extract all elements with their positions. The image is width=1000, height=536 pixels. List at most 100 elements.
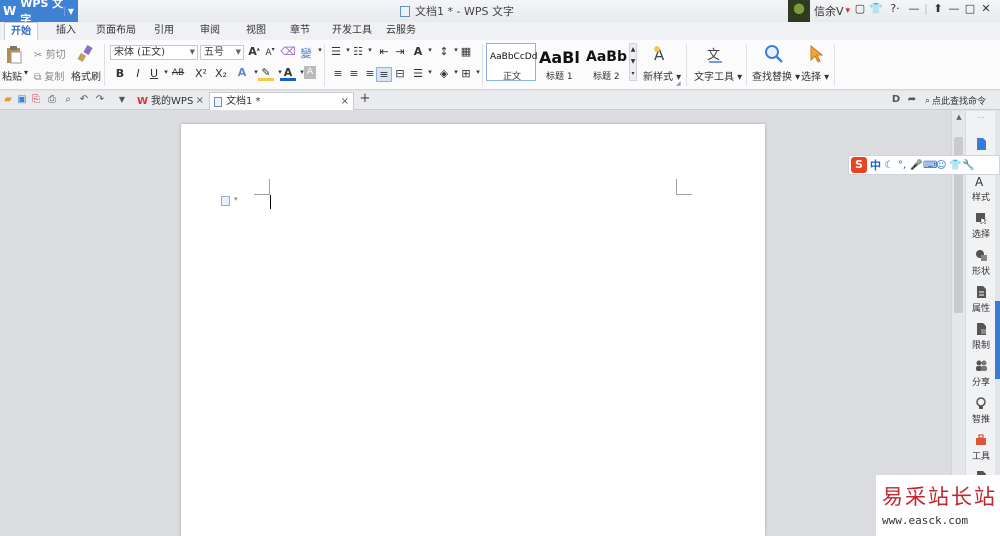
tab-review[interactable]: 审阅 <box>200 22 220 40</box>
open-folder-icon[interactable]: ▰ <box>2 94 14 106</box>
restore-window-icon[interactable]: ⬆ <box>930 2 946 15</box>
panel-restrict[interactable]: 限制 <box>966 323 996 351</box>
cursor-arrow-icon[interactable] <box>808 44 824 67</box>
italic-button[interactable]: I <box>130 67 146 80</box>
shirt-icon[interactable]: 👕 <box>949 160 961 171</box>
panel-properties[interactable]: 属性 <box>966 286 996 314</box>
style-normal[interactable]: AaBbCcDd 正文 <box>486 43 537 82</box>
tab-developer[interactable]: 开发工具 <box>332 22 372 40</box>
tab-document-1[interactable]: 文档1 * × <box>209 92 354 110</box>
panel-smart-push[interactable]: 智推 <box>966 397 996 425</box>
punctuation-icon[interactable]: °, <box>897 160 907 171</box>
style-heading-1[interactable]: AaBl 标题 1 <box>537 43 583 82</box>
strikethrough-button[interactable]: AB <box>168 68 188 78</box>
paste-button[interactable] <box>5 45 23 68</box>
shrink-font-button[interactable]: A▾ <box>262 46 278 58</box>
new-tab-button[interactable]: + <box>359 92 371 105</box>
tab-my-wps[interactable]: W 我的WPS × <box>133 92 208 110</box>
panel-share[interactable]: 分享 <box>966 360 996 388</box>
tab-sections[interactable]: 章节 <box>290 22 310 40</box>
font-size-select[interactable]: 五号 ▼ <box>200 45 244 60</box>
paste-label[interactable]: 粘贴 <box>2 68 22 83</box>
find-replace-button[interactable]: 查找替换 ▾ <box>752 68 800 83</box>
close-button[interactable]: ✕ <box>978 2 994 15</box>
clear-format-icon[interactable]: ⌫ <box>280 45 296 58</box>
tab-page-layout[interactable]: 页面布局 <box>96 22 136 40</box>
chevron-down-icon[interactable]: ▾ <box>470 68 486 76</box>
subscript-button[interactable]: X₂ <box>212 67 230 80</box>
tab-home[interactable]: 开始 <box>4 22 38 40</box>
microphone-icon[interactable]: 🎤 <box>910 160 922 171</box>
panel-tools[interactable]: 工具 <box>966 434 996 462</box>
share-arrow-icon[interactable]: ➦ <box>906 94 918 106</box>
command-search[interactable]: ⌕ 点此查找命令 <box>925 94 986 108</box>
increase-indent-icon[interactable]: ⇥ <box>392 45 408 58</box>
align-left-icon[interactable]: ≡ <box>330 67 346 80</box>
close-icon[interactable]: × <box>341 93 349 110</box>
format-painter-button[interactable] <box>76 45 94 66</box>
backup-icon[interactable]: D <box>890 94 902 106</box>
tab-references[interactable]: 引用 <box>154 22 174 40</box>
styles-dialog-launcher-icon[interactable]: ◢ <box>676 80 681 87</box>
char-shading-icon[interactable]: A <box>304 66 316 79</box>
scroll-up-icon[interactable]: ▲ <box>954 113 964 123</box>
skin-icon[interactable]: ▢ <box>852 2 868 15</box>
panel-shape[interactable]: 形状 <box>966 249 996 277</box>
decrease-indent-icon[interactable]: ⇤ <box>376 45 392 58</box>
minimize-button[interactable]: — <box>946 2 962 15</box>
tab-insert[interactable]: 插入 <box>56 22 76 40</box>
panel-share-label: 分享 <box>971 378 990 388</box>
tab-cloud[interactable]: 云服务 <box>386 22 416 40</box>
user-icon[interactable]: ☺ <box>936 160 946 171</box>
copy-button[interactable]: ⧉ 复制 <box>34 68 64 83</box>
print-icon[interactable]: ⎙ <box>46 94 58 106</box>
avatar[interactable] <box>788 0 810 22</box>
select-button[interactable]: 选择 ▾ <box>801 68 829 83</box>
distributed-align-icon[interactable]: ⊟ <box>392 67 408 80</box>
chevron-down-icon[interactable]: ▼ <box>63 6 74 16</box>
grow-font-button[interactable]: A▴ <box>246 45 262 58</box>
panel-style[interactable]: A 样式 <box>966 175 996 203</box>
moon-icon[interactable]: ☾ <box>884 160 894 171</box>
superscript-button[interactable]: X² <box>192 67 210 80</box>
undo-icon[interactable]: ↶ <box>78 94 90 106</box>
user-account[interactable]: 信余V ▾ <box>788 0 850 22</box>
sogou-logo-icon[interactable]: S <box>851 157 867 173</box>
style-gallery-scroll[interactable]: ▲ ▼ ▾ <box>629 43 637 81</box>
wrench-icon[interactable]: 🔧 <box>962 160 974 171</box>
font-name-select[interactable]: 宋体 (正文) ▼ <box>110 45 198 60</box>
maximize-button[interactable]: □ <box>962 2 978 15</box>
chevron-down-icon[interactable]: ▾ <box>312 46 328 54</box>
new-style-icon[interactable]: A <box>652 45 670 66</box>
print-preview-icon[interactable]: ⌕ <box>62 94 74 106</box>
keyboard-icon[interactable]: ⌨ <box>923 160 937 171</box>
chevron-down-icon[interactable]: ▼ <box>116 94 128 106</box>
wps-app-menu-button[interactable]: W WPS 文字 ▼ <box>0 0 78 26</box>
tab-view[interactable]: 视图 <box>246 22 266 40</box>
text-tools-button[interactable]: 文字工具 ▾ <box>694 68 742 83</box>
chevron-down-icon[interactable]: ▾ <box>24 68 28 77</box>
user-name[interactable]: 信余V <box>814 3 844 19</box>
chevron-down-icon[interactable]: ▾ <box>234 195 238 203</box>
close-icon[interactable]: × <box>196 92 204 109</box>
bold-button[interactable]: B <box>112 67 128 80</box>
redo-icon[interactable]: ↷ <box>94 94 106 106</box>
save-icon[interactable]: ▣ <box>16 94 28 106</box>
ime-mode-toggle[interactable]: 中 <box>870 157 881 173</box>
text-tools-icon[interactable]: 文 <box>706 45 724 66</box>
format-painter-label[interactable]: 格式刷 <box>71 68 101 83</box>
document-page[interactable]: ▾ <box>181 124 765 536</box>
panel-select[interactable]: 选择 <box>966 212 996 240</box>
shirt-icon[interactable]: 👕 <box>868 2 884 15</box>
paragraph-layout-icon[interactable] <box>221 196 230 206</box>
help-icon[interactable]: ?· <box>884 2 906 15</box>
cut-button[interactable]: ✂ 剪切 <box>34 46 66 61</box>
justify-icon[interactable]: ≡ <box>376 67 392 82</box>
find-replace-icon[interactable] <box>764 44 784 67</box>
panel-toggle-handle[interactable] <box>995 301 1000 379</box>
table-icon[interactable]: ▦ <box>458 45 474 58</box>
align-center-icon[interactable]: ≡ <box>346 67 362 80</box>
minimize-ribbon-icon[interactable]: — <box>906 2 922 15</box>
style-heading-2[interactable]: AaBb( 标题 2 <box>584 43 628 81</box>
pdf-icon[interactable]: ⎘ <box>30 94 42 106</box>
